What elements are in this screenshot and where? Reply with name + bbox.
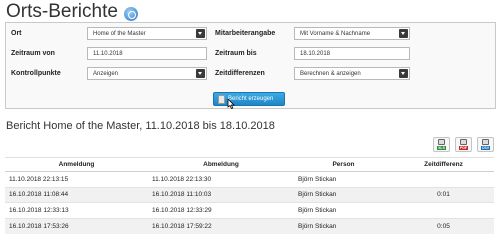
cell-anmeldung: 16.10.2018 12:33:13 (5, 202, 148, 218)
cell-person: Björn Stickan (294, 217, 393, 234)
export-xls-button[interactable]: XLS (433, 137, 450, 152)
cell-anmeldung: 16.10.2018 11:08:44 (5, 186, 148, 203)
ort-select[interactable]: Home of the Master (87, 27, 207, 40)
mouse-cursor-icon (227, 99, 235, 109)
report-table: Anmeldung Abmeldung Person Zeitdifferenz… (5, 157, 494, 234)
zeitdifferenzen-label: Zeitdifferenzen (215, 70, 265, 77)
export-pdf-tag: PDF (459, 146, 468, 150)
cell-abmeldung: 16.10.2018 11:10:03 (148, 186, 294, 203)
export-csv-button[interactable]: CSV (477, 137, 494, 152)
printer-icon (438, 139, 445, 145)
kontrollpunkte-label: Kontrollpunkte (11, 70, 61, 77)
column-header-person[interactable]: Person (294, 157, 393, 172)
export-pdf-button[interactable]: PDF (455, 137, 472, 152)
cell-abmeldung: 11.10.2018 22:13:30 (148, 171, 294, 187)
table-row: 16.10.2018 11:08:44 16.10.2018 11:10:03 … (5, 186, 494, 203)
column-header-abmeldung[interactable]: Abmeldung (148, 157, 294, 172)
mitarbeiter-label: Mitarbeiterangabe (215, 30, 276, 37)
zeitraum-von-value: 11.10.2018 (93, 51, 123, 57)
generate-report-button[interactable]: Bericht erzeugen (213, 92, 285, 106)
export-xls-tag: XLS (437, 146, 446, 150)
chevron-down-icon (196, 29, 205, 38)
mitarbeiter-select-value: Mit Vorname & Nachname (300, 31, 371, 37)
help-icon[interactable] (123, 7, 138, 21)
mitarbeiter-select[interactable]: Mit Vorname & Nachname (294, 27, 410, 40)
cell-abmeldung: 16.10.2018 17:59:22 (148, 217, 294, 234)
printer-icon (482, 139, 489, 145)
kontrollpunkte-select-value: Anzeigen (93, 71, 119, 77)
ort-select-value: Home of the Master (93, 31, 146, 37)
column-header-anmeldung[interactable]: Anmeldung (5, 157, 148, 172)
page-title-text: Orts-Berichte (6, 1, 118, 22)
printer-icon (460, 139, 467, 145)
table-row: 16.10.2018 17:53:26 16.10.2018 17:59:22 … (5, 217, 494, 234)
cell-person: Björn Stickan (294, 202, 393, 218)
zeitraum-bis-input[interactable]: 18.10.2018 (294, 47, 410, 60)
chevron-down-icon (196, 69, 205, 78)
cell-person: Björn Stickan (294, 171, 393, 187)
chevron-down-icon (399, 69, 408, 78)
chevron-down-icon (399, 29, 408, 38)
column-header-zeitdifferenz[interactable]: Zeitdifferenz (393, 157, 494, 172)
cell-zeitdifferenz: 0:05 (393, 217, 494, 234)
cell-anmeldung: 11.10.2018 22:13:15 (5, 171, 148, 187)
report-heading: Bericht Home of the Master, 11.10.2018 b… (6, 120, 275, 132)
zeitraum-bis-value: 18.10.2018 (300, 51, 331, 57)
cell-abmeldung: 16.10.2018 12:33:29 (148, 202, 294, 218)
table-row: 11.10.2018 22:13:15 11.10.2018 22:13:30 … (5, 171, 494, 187)
cell-zeitdifferenz (393, 171, 494, 187)
cell-zeitdifferenz: 0:01 (393, 186, 494, 203)
zeitdifferenzen-select[interactable]: Berechnen & anzeigen (294, 67, 410, 80)
kontrollpunkte-select[interactable]: Anzeigen (87, 67, 207, 80)
ort-label: Ort (11, 30, 22, 37)
cell-zeitdifferenz (393, 202, 494, 218)
zeitraum-bis-label: Zeitraum bis (215, 50, 257, 57)
page-title: Orts-Berichte (6, 1, 138, 23)
zeitdifferenzen-select-value: Berechnen & anzeigen (300, 71, 361, 77)
document-icon (218, 94, 225, 104)
zeitraum-von-label: Zeitraum von (11, 50, 55, 57)
export-csv-tag: CSV (480, 146, 491, 150)
zeitraum-von-input[interactable]: 11.10.2018 (87, 47, 207, 60)
table-header-row: Anmeldung Abmeldung Person Zeitdifferenz (5, 157, 494, 172)
table-row: 16.10.2018 12:33:13 16.10.2018 12:33:29 … (5, 202, 494, 218)
cell-person: Björn Stickan (294, 186, 393, 203)
cell-anmeldung: 16.10.2018 17:53:26 (5, 217, 148, 234)
